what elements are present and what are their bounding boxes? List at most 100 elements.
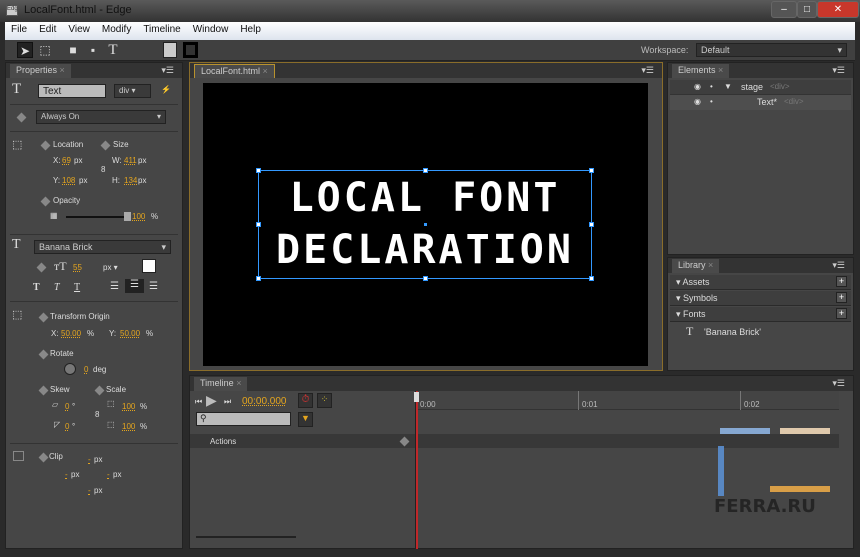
tab-timeline[interactable]: Timeline × (194, 377, 248, 391)
align-center-icon[interactable]: ☰ (125, 279, 144, 293)
library-section-symbols[interactable]: ▾ Symbols + (670, 291, 851, 306)
keyframe-diamond-icon[interactable] (38, 452, 49, 463)
close-icon[interactable]: × (236, 378, 241, 388)
bold-icon[interactable]: T (33, 282, 40, 293)
eye-icon[interactable]: ◉ (694, 82, 701, 91)
menu-edit[interactable]: Edit (33, 22, 62, 40)
skew-y-value[interactable]: 0 (65, 422, 69, 431)
slider-thumb[interactable] (124, 212, 131, 221)
tag-select[interactable]: div ▾ (114, 84, 151, 98)
y-value[interactable]: 108 (62, 176, 75, 185)
link-scale-icon[interactable]: 8 (95, 410, 99, 419)
align-left-icon[interactable]: ☰ (110, 281, 119, 292)
go-to-end-icon[interactable]: ⏭ (224, 397, 231, 407)
font-unit-select[interactable]: px ▾ (103, 263, 118, 272)
menu-help[interactable]: Help (234, 22, 267, 40)
origin-x-value[interactable]: 50.00 (61, 329, 81, 338)
align-right-icon[interactable]: ☰ (149, 281, 158, 292)
menu-modify[interactable]: Modify (96, 22, 137, 40)
tab-document[interactable]: LocalFont.html × (194, 64, 275, 78)
element-name-input[interactable]: Text (38, 84, 106, 98)
tab-elements[interactable]: Elements × (672, 64, 730, 78)
resize-handle[interactable] (256, 276, 261, 281)
playhead[interactable] (416, 391, 418, 549)
underline-icon[interactable]: T (74, 282, 80, 293)
stage-canvas[interactable]: LOCAL FONT DECLARATION (203, 83, 648, 366)
visibility-select[interactable]: Always On ▾ (36, 110, 166, 124)
tab-library[interactable]: Library × (672, 259, 720, 273)
origin-y-value[interactable]: 50.00 (120, 329, 140, 338)
maximize-button[interactable]: □ (797, 1, 817, 18)
transform-origin-point[interactable] (424, 223, 427, 226)
play-icon[interactable]: ▶ (206, 392, 217, 409)
keyframe-diamond-icon[interactable] (40, 196, 51, 207)
close-icon[interactable]: × (708, 260, 713, 270)
text-element-selection[interactable]: LOCAL FONT DECLARATION (256, 168, 594, 281)
scale-x-value[interactable]: 100 (122, 402, 135, 411)
eye-icon[interactable]: ◉ (694, 97, 701, 106)
resize-handle[interactable] (423, 168, 428, 173)
close-icon[interactable]: × (718, 65, 723, 75)
tab-properties[interactable]: Properties × (10, 64, 71, 78)
rectangle-tool-icon[interactable]: ■ (65, 42, 81, 58)
font-select[interactable]: Banana Brick ▾ (34, 240, 171, 254)
add-icon[interactable]: + (836, 308, 847, 319)
minimize-button[interactable]: – (771, 1, 797, 18)
lock-dot-icon[interactable]: • (710, 97, 713, 106)
width-value[interactable]: 411 (124, 156, 137, 165)
expand-arrow-icon[interactable]: ▼ (724, 82, 732, 91)
keyframe-diamond-icon[interactable] (94, 385, 105, 396)
filter-icon[interactable]: ▼ (298, 412, 313, 427)
keyframe-diamond-icon[interactable] (399, 436, 410, 447)
panel-menu-icon[interactable]: ▾☰ (832, 65, 845, 76)
panel-menu-icon[interactable]: ▾☰ (641, 65, 654, 76)
opacity-slider[interactable] (66, 212, 131, 221)
resize-handle[interactable] (256, 168, 261, 173)
menu-timeline[interactable]: Timeline (137, 22, 186, 40)
link-icon[interactable]: ⚡ (161, 85, 171, 94)
selection-tool-icon[interactable]: ➤ (17, 42, 33, 58)
font-size-value[interactable]: 55 (73, 263, 82, 272)
menu-window[interactable]: Window (187, 22, 235, 40)
resize-handle[interactable] (589, 168, 594, 173)
keyframe-diamond-icon[interactable] (38, 312, 49, 323)
panel-menu-icon[interactable]: ▾☰ (832, 378, 845, 389)
time-ruler[interactable]: 0:00 0:01 0:02 (416, 391, 839, 410)
keyframe-diamond-icon[interactable] (100, 140, 111, 151)
text-tool-icon[interactable]: T (105, 42, 121, 58)
rounded-rectangle-tool-icon[interactable]: ▪ (85, 42, 101, 58)
zoom-slider[interactable] (196, 536, 296, 538)
panel-menu-icon[interactable]: ▾☰ (161, 65, 174, 76)
rotate-value[interactable]: 0 (84, 365, 88, 374)
element-row-stage[interactable]: ◉ • ▼ stage <div> (670, 80, 851, 95)
element-row-text[interactable]: ◉ • Text* <div> (670, 95, 851, 110)
go-to-start-icon[interactable]: ⏮ (195, 397, 202, 407)
fill-color-swatch[interactable] (163, 42, 177, 58)
italic-icon[interactable]: T (54, 282, 60, 293)
clip-right-value[interactable]: - (107, 470, 110, 479)
library-section-fonts[interactable]: ▾ Fonts + (670, 307, 851, 322)
add-icon[interactable]: + (836, 276, 847, 287)
add-icon[interactable]: + (836, 292, 847, 303)
resize-handle[interactable] (589, 222, 594, 227)
resize-handle[interactable] (423, 276, 428, 281)
clip-bottom-value[interactable]: - (88, 486, 91, 495)
keyframe-diamond-icon[interactable] (40, 140, 51, 151)
stroke-color-swatch[interactable] (183, 42, 198, 58)
clip-top-value[interactable]: - (88, 455, 91, 464)
auto-keyframe-icon[interactable]: ⏱ (298, 393, 313, 408)
menu-file[interactable]: File (5, 22, 33, 40)
resize-handle[interactable] (256, 222, 261, 227)
lock-dot-icon[interactable]: • (710, 82, 713, 91)
current-time[interactable]: 00:00.000 (242, 396, 287, 407)
library-section-assets[interactable]: ▾ Assets + (670, 275, 851, 290)
transform-tool-icon[interactable]: ⬚ (37, 42, 53, 58)
opacity-value[interactable]: 100 (132, 212, 145, 221)
close-icon[interactable]: × (60, 65, 65, 75)
scale-y-value[interactable]: 100 (122, 422, 135, 431)
x-value[interactable]: 69 (62, 156, 71, 165)
playhead-handle[interactable] (414, 392, 419, 402)
panel-menu-icon[interactable]: ▾☰ (832, 260, 845, 271)
text-color-swatch[interactable] (142, 259, 156, 273)
height-value[interactable]: 134 (124, 176, 137, 185)
